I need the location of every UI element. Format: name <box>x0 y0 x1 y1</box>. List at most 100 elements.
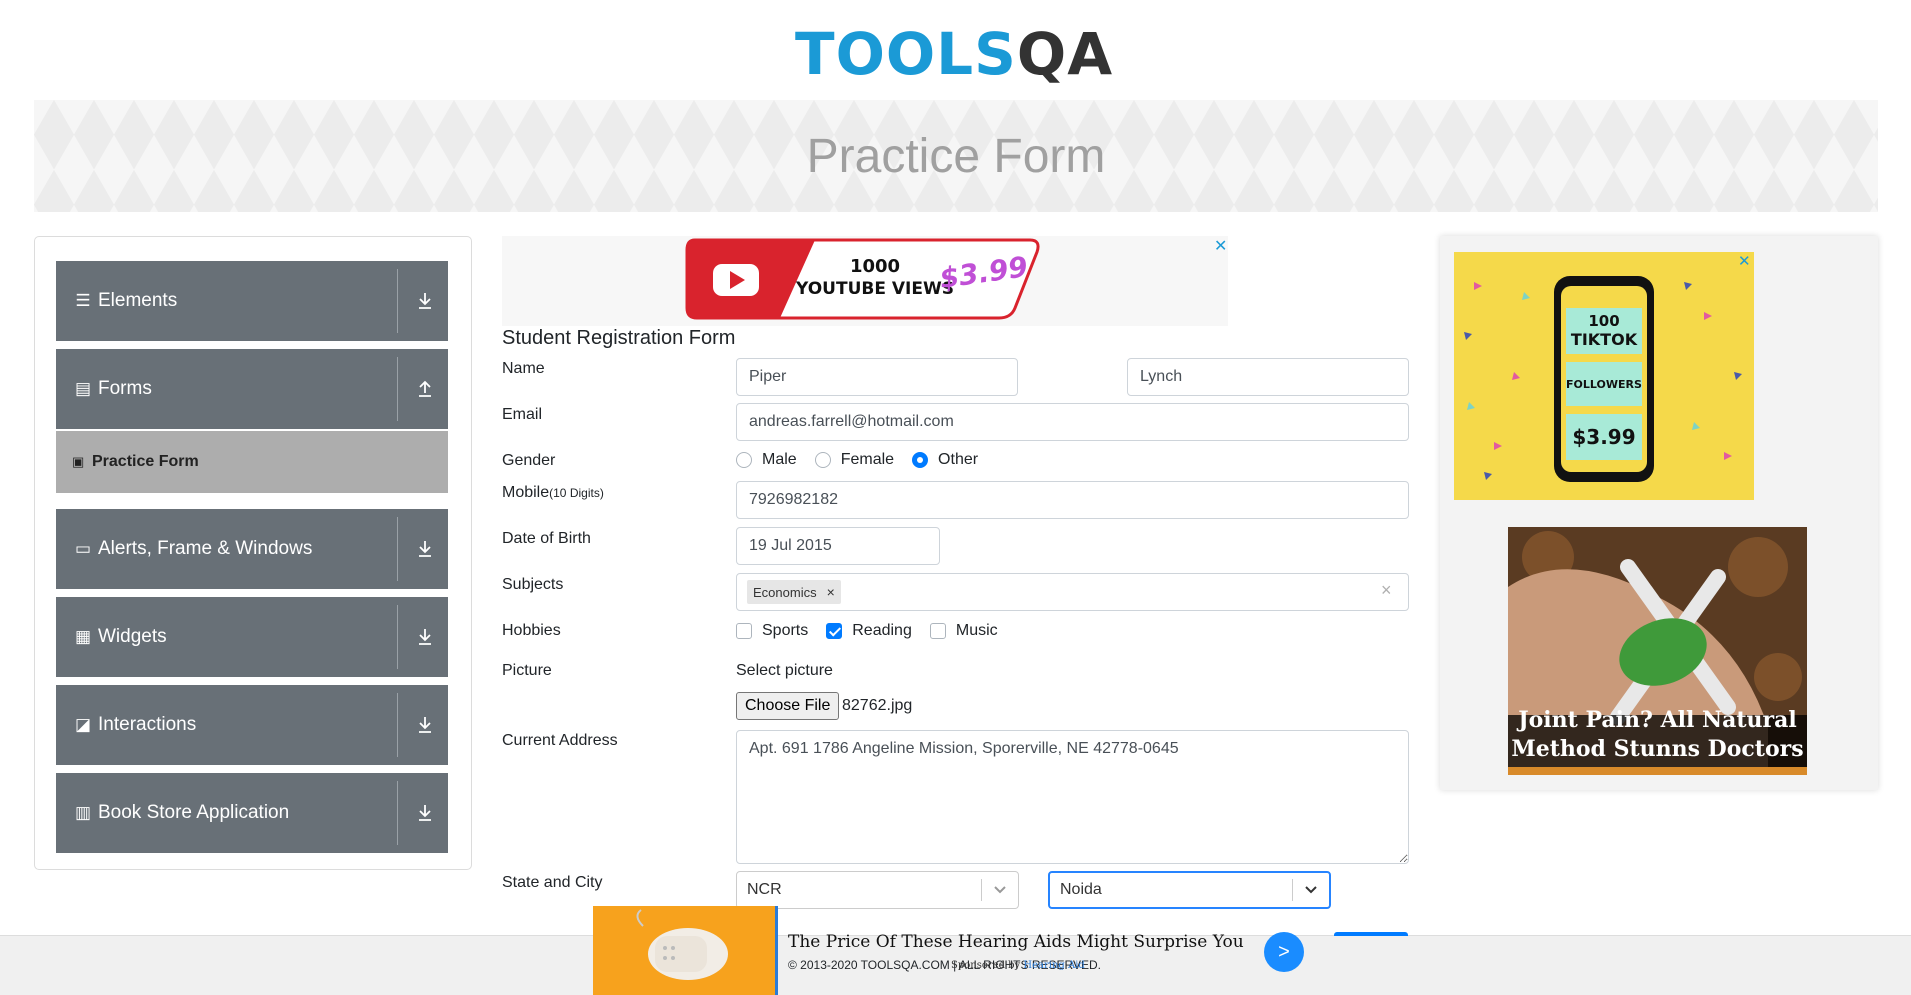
tiktok-ad-platform: TIKTOK <box>1571 330 1638 349</box>
youtube-views-ad[interactable]: 1000 YOUTUBE VIEWS $3.99 <box>685 238 1042 320</box>
form-title: Student Registration Form <box>502 327 736 349</box>
interaction-icon: ◪ <box>74 715 92 734</box>
gender-label: Gender <box>502 452 556 469</box>
ad-go-button[interactable]: > <box>1264 932 1304 972</box>
gender-female-radio[interactable] <box>814 452 831 468</box>
email-label: Email <box>502 406 543 423</box>
sidebar-group-label: Alerts, Frame & Windows <box>98 538 313 559</box>
gender-other-label: Other <box>938 451 979 468</box>
page-banner: Practice Form <box>34 100 1878 212</box>
window-icon: ▭ <box>74 539 92 558</box>
choose-file-button[interactable]: Choose File <box>736 692 840 720</box>
download-arrow-icon <box>412 716 438 734</box>
close-ad-icon[interactable]: ✕ <box>1738 252 1751 270</box>
gender-male-radio[interactable] <box>736 452 752 468</box>
hobby-reading-option[interactable]: Reading <box>826 622 912 640</box>
joint-pain-ad[interactable]: Joint Pain? All Natural Method Stunns Do… <box>1508 527 1807 775</box>
sidebar-group-interactions[interactable]: ◪ Interactions <box>56 685 448 765</box>
gender-male-option[interactable]: Male <box>736 451 797 469</box>
document-icon: ▤ <box>74 379 92 398</box>
download-arrow-icon <box>412 804 438 822</box>
joint-ad-line1: Joint Pain? All Natural <box>1518 706 1797 733</box>
state-value: NCR <box>747 881 782 898</box>
sidebar-group-book-store[interactable]: ▥ Book Store Application <box>56 773 448 853</box>
mobile-label-text: Mobile <box>502 484 550 501</box>
gender-female-label: Female <box>840 451 895 468</box>
toolsqa-logo[interactable]: TOOLS QA <box>795 14 1125 94</box>
sidebar-group-label: Forms <box>98 378 152 399</box>
sidebar-group-widgets[interactable]: ▦ Widgets <box>56 597 448 677</box>
hearing-aid-ad-headline[interactable]: The Price Of These Hearing Aids Might Su… <box>788 932 1244 952</box>
form-icon: ▣ <box>72 454 85 469</box>
hobby-music-option[interactable]: Music <box>929 622 998 640</box>
sidebar-item-practice-form[interactable]: ▣ Practice Form <box>56 431 448 493</box>
ad-sponsor-name[interactable]: Hearing Aid <box>1023 960 1084 971</box>
city-select[interactable]: Noida <box>1048 871 1331 909</box>
first-name-field[interactable]: Piper <box>736 358 1018 396</box>
close-ad-icon[interactable]: ✕ <box>1214 236 1227 256</box>
joint-ad-line2: Method Stunns Doctors <box>1511 736 1804 763</box>
hearing-aid-icon <box>593 906 775 995</box>
city-value: Noida <box>1060 881 1102 898</box>
sidebar-group-forms[interactable]: ▤ Forms <box>56 349 448 429</box>
mobile-field[interactable]: 7926982182 <box>736 481 1409 519</box>
grid-icon: ▦ <box>74 627 92 646</box>
submit-button[interactable] <box>1334 932 1408 936</box>
divider <box>397 269 398 333</box>
divider <box>397 605 398 669</box>
dob-label: Date of Birth <box>502 530 591 547</box>
gender-other-radio[interactable] <box>912 452 929 468</box>
joint-ad-headline: Joint Pain? All Natural Method Stunns Do… <box>1508 706 1807 765</box>
page-title: Practice Form <box>806 129 1106 183</box>
ad-divider <box>775 906 778 995</box>
tiktok-followers-ad[interactable]: 100 TIKTOK FOLLOWERS $3.99 <box>1454 252 1754 500</box>
subject-tag-label: Economics <box>753 584 817 600</box>
last-name-field[interactable]: Lynch <box>1127 358 1409 396</box>
yt-ad-text: YOUTUBE VIEWS <box>795 279 954 299</box>
email-field[interactable]: andreas.farrell@hotmail.com <box>736 403 1409 441</box>
hobby-music-label: Music <box>955 622 998 639</box>
hearing-aid-ad-image[interactable] <box>593 906 775 995</box>
menu-icon: ☰ <box>75 291 91 310</box>
divider <box>397 357 398 421</box>
sidebar-group-alerts[interactable]: ▭ Alerts, Frame & Windows <box>56 509 448 589</box>
sidebar-group-elements[interactable]: ☰ Elements <box>56 261 448 341</box>
upload-arrow-icon <box>412 380 438 398</box>
date-of-birth-input[interactable]: 19 Jul 2015 <box>736 527 940 565</box>
download-arrow-icon <box>412 292 438 310</box>
name-label: Name <box>502 360 545 377</box>
ad-sponsor-prefix: Sponsored by <box>951 960 1021 971</box>
hobby-reading-label: Reading <box>852 622 912 639</box>
picture-label: Picture <box>502 662 552 679</box>
download-arrow-icon <box>412 540 438 558</box>
address-label: Current Address <box>502 732 618 749</box>
subjects-label: Subjects <box>502 576 564 593</box>
books-icon: ▥ <box>74 803 92 822</box>
sidebar-group-label: Interactions <box>98 714 197 735</box>
mobile-label: Mobile(10 Digits) <box>502 484 604 502</box>
clear-subjects-icon[interactable]: × <box>1381 580 1392 601</box>
tiktok-ad-followers: FOLLOWERS <box>1566 378 1642 391</box>
logo-tools-text: TOOLS <box>795 20 1017 88</box>
download-arrow-icon <box>412 628 438 646</box>
state-city-label: State and City <box>502 874 603 891</box>
hobby-sports-checkbox[interactable] <box>736 623 752 639</box>
gender-female-option[interactable]: Female <box>814 451 895 469</box>
sidebar-item-label: Practice Form <box>92 453 199 470</box>
divider <box>397 693 398 757</box>
divider <box>397 517 398 581</box>
hobbies-checkbox-group: Sports Reading Music <box>736 622 1016 640</box>
divider <box>397 781 398 845</box>
select-picture-label: Select picture <box>736 662 833 679</box>
hobby-sports-label: Sports <box>762 622 809 639</box>
tiktok-ad-price: $3.99 <box>1572 425 1635 449</box>
remove-subject-icon[interactable]: × <box>827 584 835 600</box>
current-address-textarea[interactable]: Apt. 691 1786 Angeline Mission, Sporervi… <box>736 730 1409 864</box>
tiktok-ad-count: 100 <box>1588 312 1619 330</box>
hobby-sports-option[interactable]: Sports <box>736 622 808 640</box>
state-select[interactable]: NCR <box>736 871 1019 909</box>
gender-other-option[interactable]: Other <box>912 451 978 469</box>
mobile-hint: (10 Digits) <box>549 486 604 500</box>
hobby-reading-checkbox[interactable] <box>826 623 843 639</box>
hobby-music-checkbox[interactable] <box>929 623 946 639</box>
